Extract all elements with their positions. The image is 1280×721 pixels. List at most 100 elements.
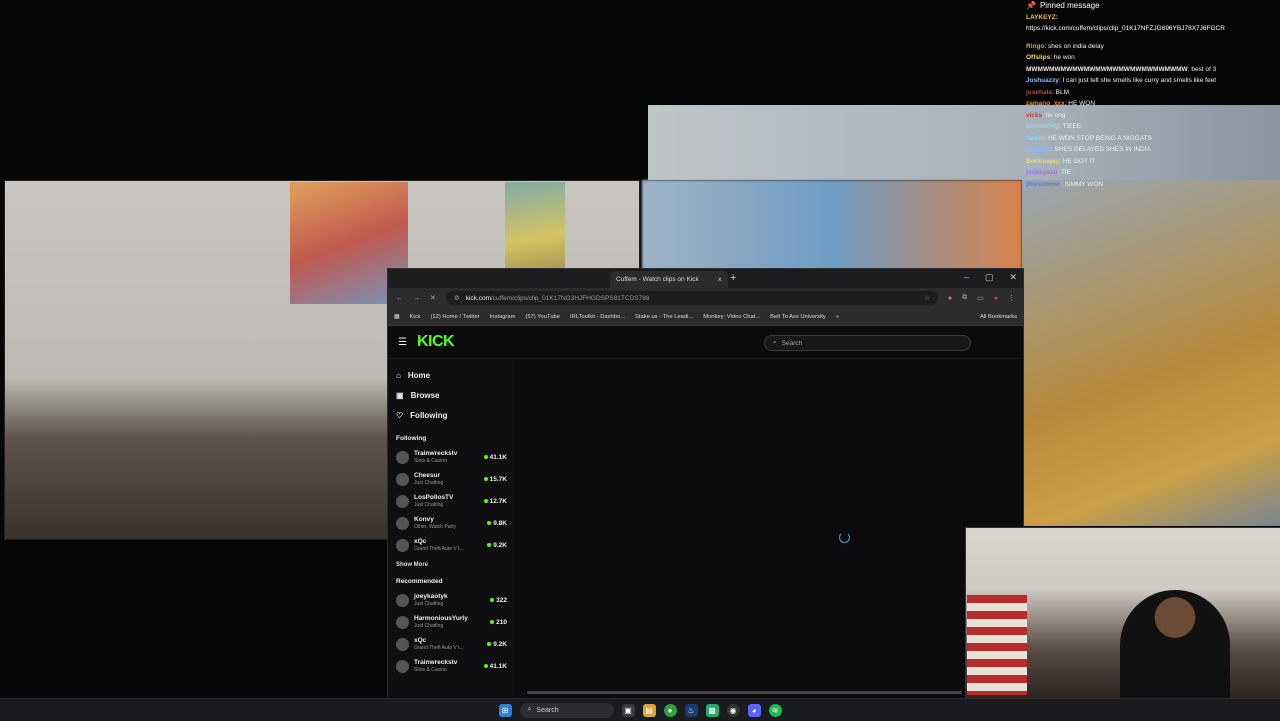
sidebar-nav-home[interactable]: ⌂ Home xyxy=(396,365,507,385)
channel-text: LosPollosTV Just Chatting xyxy=(414,494,453,509)
browser-window: Cuffem - Watch clips on Kick × + – ▢ ✕ ←… xyxy=(387,268,1024,702)
chat-message: vicks: tie ong xyxy=(1026,110,1280,122)
chat-username[interactable]: Joshuazzy xyxy=(1026,77,1059,84)
viewer-count: 41.1K xyxy=(483,454,507,461)
discord-icon[interactable]: ◕ xyxy=(747,703,761,717)
chat-username[interactable]: minimul xyxy=(1026,146,1051,153)
channel-avatar xyxy=(396,472,409,486)
chrome-icon[interactable]: ● xyxy=(663,703,677,717)
channel-avatar xyxy=(396,494,409,508)
bookmarks-overflow-icon[interactable]: » xyxy=(836,314,839,320)
chat-username[interactable]: jusehala xyxy=(1026,89,1052,96)
channel-name: LosPollosTV xyxy=(414,493,454,501)
chat-username[interactable]: zamano_xxx xyxy=(1026,100,1065,107)
chat-message: jthesimmer: SIMMY WON xyxy=(1026,179,1280,191)
app-icon[interactable]: ▩ xyxy=(705,703,719,717)
sidebar-icon[interactable]: ▭ xyxy=(977,294,984,302)
chat-username[interactable]: Tedlili xyxy=(1026,135,1044,142)
live-dot-icon xyxy=(487,642,492,646)
extension-icon[interactable]: ● xyxy=(948,295,952,302)
sidebar-nav-following[interactable]: ♡ Following xyxy=(396,405,507,425)
site-info-icon[interactable]: ⚙ xyxy=(454,294,460,302)
bookmark-item[interactable]: (57) YouTube xyxy=(525,314,560,320)
site-search-input[interactable]: ⌕ Search xyxy=(764,335,971,351)
bookmark-star-icon[interactable]: ☆ xyxy=(924,294,930,302)
close-tab-icon[interactable]: × xyxy=(717,275,722,284)
bookmark-item[interactable]: Monkey: Video Chat... xyxy=(703,314,760,320)
channel-category: Slots & Casino xyxy=(414,666,447,673)
channel-avatar xyxy=(396,538,409,552)
apps-grid-icon[interactable]: ▦ xyxy=(394,314,399,320)
channel-item[interactable]: xQc Grand Theft Auto V I... 9.2K xyxy=(396,633,507,655)
hamburger-menu-icon[interactable]: ☰ xyxy=(398,337,407,348)
close-window-icon[interactable]: ✕ xyxy=(1009,272,1017,283)
chat-username[interactable]: jthesimmer xyxy=(1026,181,1061,188)
url-field[interactable]: ⚙ kick.com/cuffem/clips/clip_01K17NG3HJF… xyxy=(445,291,938,305)
pin-icon: 📌 xyxy=(1026,1,1036,10)
bookmark-item[interactable]: Stake.us - The Leadi... xyxy=(635,314,693,320)
browser-tab-active[interactable]: Cuffem - Watch clips on Kick × xyxy=(610,271,728,288)
channel-item[interactable]: HarmoniousYurly Just Chatting 210 xyxy=(396,611,507,633)
chat-username[interactable]: jmikeyasu xyxy=(1026,169,1057,176)
live-dot-icon xyxy=(483,499,488,503)
obs-icon[interactable]: ◉ xyxy=(726,703,740,717)
profile-icon[interactable]: ● xyxy=(994,295,998,302)
chat-username[interactable]: Ringo xyxy=(1026,43,1044,50)
live-dot-icon xyxy=(490,620,495,624)
maximize-icon[interactable]: ▢ xyxy=(985,272,994,283)
forward-icon[interactable]: → xyxy=(413,295,420,302)
chat-message: MWMWMWMWMWMWMWMWMWMWMWMWMWMW: best of 3 xyxy=(1026,64,1280,76)
horizontal-scrollbar[interactable] xyxy=(527,691,962,694)
bookmark-item[interactable]: Instagram xyxy=(490,314,516,320)
stop-loading-icon[interactable]: ✕ xyxy=(430,294,436,302)
channel-category: Just Chatting xyxy=(414,479,444,486)
menu-kebab-icon[interactable]: ⋮ xyxy=(1008,294,1015,302)
extensions-puzzle-icon[interactable]: ⧉ xyxy=(962,294,967,302)
taskbar-search[interactable]: ⌕ Search xyxy=(519,702,614,718)
chat-username[interactable]: Borlcuajay xyxy=(1026,158,1059,165)
channel-item[interactable]: joeykaotyk Just Chatting 322 xyxy=(396,589,507,611)
channel-category: Just Chatting xyxy=(414,622,444,629)
bookmark-item[interactable]: Belt To Ass University xyxy=(770,314,826,320)
viewer-count-value: 41.1K xyxy=(489,662,507,670)
chat-username[interactable]: vicks xyxy=(1026,112,1042,119)
stream-chat-overlay: 📌 Pinned message LAYKEYZ: https://kick.c… xyxy=(1026,0,1280,190)
channel-item[interactable]: LosPollosTV Just Chatting 12.7K xyxy=(396,490,507,512)
url-path: /cuffem/clips/clip_01K17NG3HJFHGDSPS81TC… xyxy=(490,294,650,302)
viewer-count-value: 12.7K xyxy=(489,497,507,505)
file-explorer-icon[interactable]: ▤ xyxy=(642,703,656,717)
minimize-icon[interactable]: – xyxy=(964,272,969,283)
pinned-url[interactable]: https://kick.com/cuffem/clips/clip_01K17… xyxy=(1026,23,1280,35)
sidebar-nav-browse[interactable]: ▣ Browse xyxy=(396,385,507,405)
all-bookmarks-button[interactable]: All Bookmarks xyxy=(980,314,1017,320)
chat-message-list: Ringo: shes on india delay Offslips: he w… xyxy=(1026,41,1280,191)
windows-start-icon[interactable]: ⊞ xyxy=(498,703,512,717)
steam-icon[interactable]: ♨ xyxy=(684,703,698,717)
bookmark-item[interactable]: Kick xyxy=(409,314,420,320)
chat-username[interactable]: MWMWMWMWMWMWMWMWMWMWMWMWMWMW xyxy=(1026,66,1188,73)
search-placeholder: Search xyxy=(781,339,803,347)
channel-category: Slots & Casino xyxy=(414,457,447,464)
loading-spinner-icon xyxy=(839,532,850,543)
viewer-count: 15.7K xyxy=(483,476,507,483)
channel-item[interactable]: xQc Grand Theft Auto V I... 9.2K xyxy=(396,534,507,556)
chat-message: Joshuazzy: I can just tell she smells li… xyxy=(1026,75,1280,87)
site-sidebar: ⌂ Home ▣ Browse ♡ Following Following Trainwr… xyxy=(388,359,515,701)
chat-username[interactable]: Offslips xyxy=(1026,54,1050,61)
chat-username[interactable]: keinnerHQ xyxy=(1026,123,1059,130)
kick-logo[interactable]: KICK xyxy=(417,333,455,351)
channel-item[interactable]: Cheesur Just Chatting 15.7K xyxy=(396,468,507,490)
channel-item[interactable]: Trainwreckstv Slots & Casino 41.1K xyxy=(396,655,507,677)
spotify-icon[interactable]: ≋ xyxy=(768,703,782,717)
show-more-button[interactable]: Show More xyxy=(396,562,507,568)
bookmark-item[interactable]: (12) Home / Twitter xyxy=(430,314,479,320)
back-icon[interactable]: ← xyxy=(396,295,403,302)
chat-text: I can just tell she smells like curry an… xyxy=(1062,77,1217,84)
task-view-icon[interactable]: ▣ xyxy=(621,703,635,717)
new-tab-icon[interactable]: + xyxy=(730,272,736,284)
channel-text: Trainwreckstv Slots & Casino xyxy=(414,659,457,674)
chat-message: Borlcuajay: HE GOT IT xyxy=(1026,156,1280,168)
bookmark-item[interactable]: IRLToolkit - Dashbo... xyxy=(570,314,625,320)
channel-item[interactable]: Konvy Other, Watch Party 9.8K xyxy=(396,512,507,534)
channel-item[interactable]: Trainwreckstv Slots & Casino 41.1K xyxy=(396,446,507,468)
